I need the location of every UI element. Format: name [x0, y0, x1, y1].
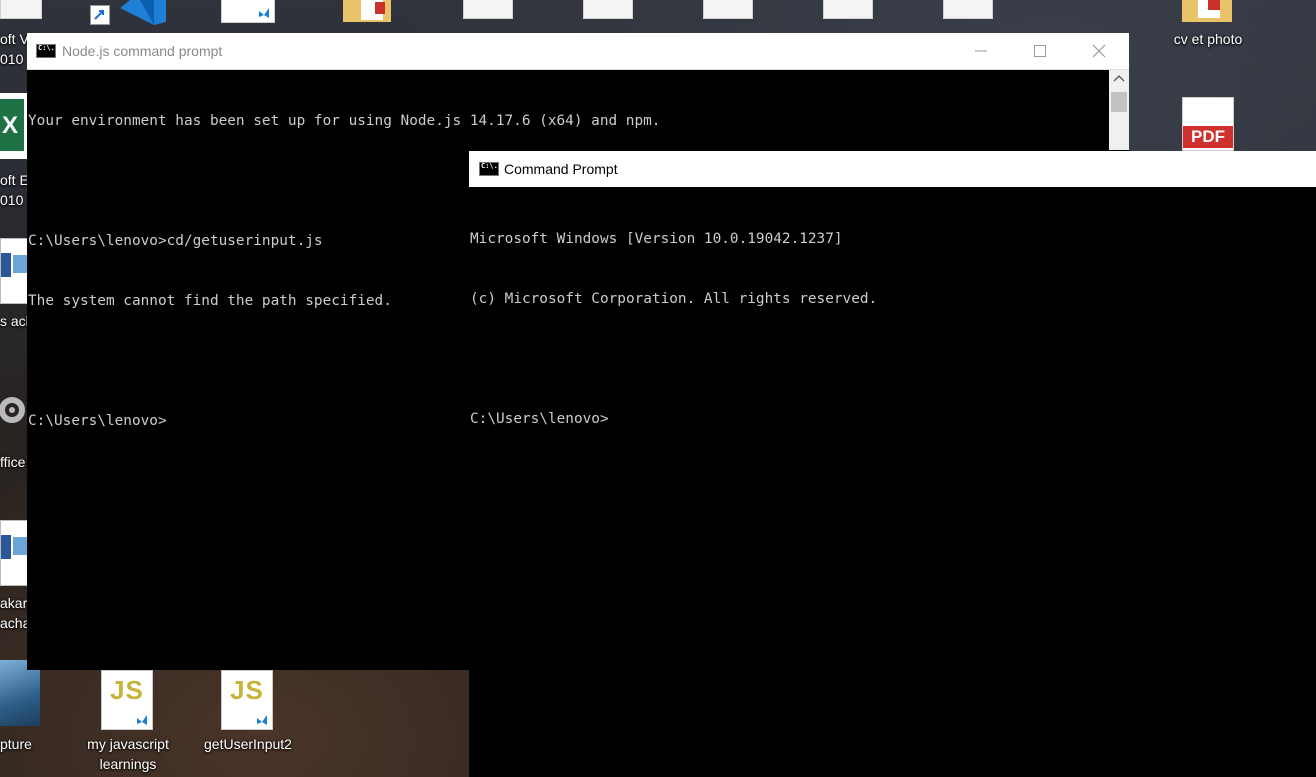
desktop-icon-getuserinput2-label[interactable]: getUserInput2 [188, 734, 308, 754]
desktop-top-icon-5[interactable] [463, 0, 513, 19]
nodejs-window-title: Node.js command prompt [62, 43, 223, 59]
folder-icon[interactable] [343, 0, 391, 22]
word-doc-icon-2[interactable] [0, 520, 30, 586]
minimize-button[interactable] [952, 33, 1010, 69]
word-doc-icon[interactable] [0, 238, 30, 304]
cmd-window-titlebar[interactable]: Command Prompt [469, 151, 1316, 187]
shortcut-arrow-icon [90, 5, 110, 25]
vscode-icon[interactable] [110, 0, 166, 25]
desktop-top-icon-1[interactable] [0, 0, 42, 19]
terminal-prompt: C:\Users\lenovo> [470, 411, 609, 427]
terminal-line: Your environment has been set up for usi… [28, 113, 661, 129]
maximize-button[interactable] [1010, 33, 1068, 69]
desktop-top-icon-8[interactable] [823, 0, 873, 19]
terminal-line: ​ [470, 349, 877, 369]
command-prompt-window[interactable]: Command Prompt Microsoft Windows [Versio… [469, 151, 1316, 777]
terminal-line: Microsoft Windows [Version 10.0.19042.12… [470, 231, 843, 247]
cmd-app-icon [36, 44, 56, 58]
desktop-top-icon-6[interactable] [583, 0, 633, 19]
scroll-up-arrow-icon[interactable] [1109, 70, 1129, 86]
desktop-icon-excel-label[interactable]: oft E 010 [0, 170, 29, 210]
cmd-terminal-output[interactable]: Microsoft Windows [Version 10.0.19042.12… [470, 189, 877, 469]
terminal-line: (c) Microsoft Corporation. All rights re… [470, 291, 878, 307]
nodejs-window-titlebar[interactable]: Node.js command prompt [27, 33, 1129, 70]
svg-text:X: X [2, 112, 18, 139]
gear-icon[interactable] [0, 386, 28, 436]
vertical-scrollbar[interactable] [1109, 70, 1129, 150]
js-file-icon-2[interactable]: JS [221, 670, 273, 730]
excel-icon[interactable]: X [0, 93, 28, 159]
desktop-top-icon-7[interactable] [703, 0, 753, 19]
desktop-icon-akar-label[interactable]: akar acha [0, 593, 30, 633]
desktop-icon-cv-et-photo-label[interactable]: cv et photo [1148, 29, 1268, 49]
folder-icon-cv[interactable] [1182, 0, 1232, 22]
scrollbar-thumb[interactable] [1111, 92, 1127, 112]
js-file-icon[interactable]: JS [101, 670, 153, 730]
pdf-icon[interactable]: PDF [1182, 97, 1234, 151]
desktop-icon-capture-label[interactable]: pture [0, 734, 32, 754]
minimize-icon [975, 50, 987, 52]
cmd-window-title: Command Prompt [504, 161, 618, 177]
close-icon [1092, 44, 1106, 58]
cmd-app-icon [479, 162, 499, 176]
desktop-top-icon-9[interactable] [943, 0, 993, 19]
maximize-icon [1034, 45, 1046, 57]
close-button[interactable] [1068, 33, 1126, 69]
desktop-icon-word-label[interactable]: oft V 010 [0, 29, 29, 69]
pdf-badge: PDF [1183, 126, 1233, 148]
desktop-top-icon-3[interactable] [221, 0, 275, 23]
desktop-icon-office-label[interactable]: ffice [0, 452, 25, 472]
desktop-icon-my-javascript-learnings-label[interactable]: my javascript learnings [68, 734, 188, 774]
